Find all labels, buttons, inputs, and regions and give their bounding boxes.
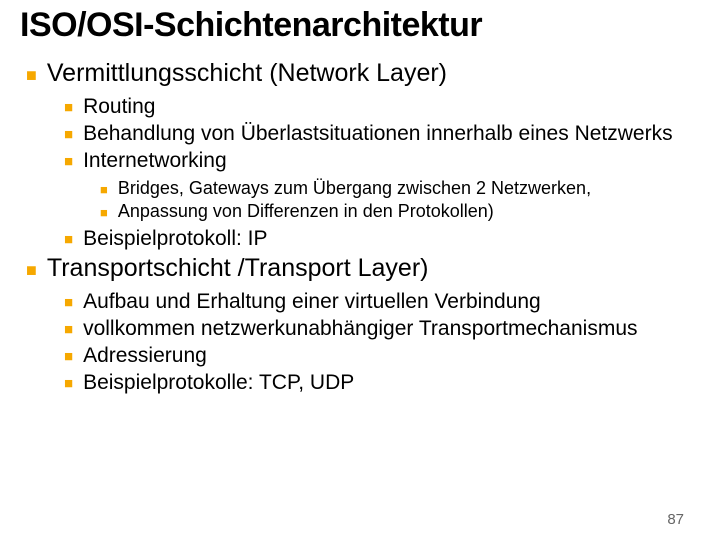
- item-text: Beispielprotokoll: IP: [83, 226, 267, 251]
- list-item: ■ Bridges, Gateways zum Übergang zwische…: [20, 178, 700, 200]
- section-heading-text: Transportschicht /Transport Layer): [47, 254, 429, 283]
- section-heading: ■ Transportschicht /Transport Layer): [20, 254, 700, 283]
- section-heading-text: Vermittlungsschicht (Network Layer): [47, 59, 447, 88]
- list-item: ■ Anpassung von Differenzen in den Proto…: [20, 201, 700, 223]
- page-title: ISO/OSI-Schichtenarchitektur: [20, 0, 700, 59]
- item-text: Routing: [83, 94, 155, 119]
- bullet-icon: ■: [64, 376, 73, 391]
- slide: ISO/OSI-Schichtenarchitektur ■ Vermittlu…: [0, 0, 720, 540]
- bullet-icon: ■: [64, 127, 73, 142]
- list-item: ■ Aufbau und Erhaltung einer virtuellen …: [20, 289, 700, 314]
- subitem-list: ■ Bridges, Gateways zum Übergang zwische…: [20, 178, 700, 223]
- item-text: Aufbau und Erhaltung einer virtuellen Ve…: [83, 289, 541, 314]
- list-item: ■ vollkommen netzwerkunabhängiger Transp…: [20, 316, 700, 341]
- bullet-icon: ■: [64, 349, 73, 364]
- item-text: Adressierung: [83, 343, 207, 368]
- list-item: ■ Internetworking: [20, 148, 700, 173]
- item-text: vollkommen netzwerkunabhängiger Transpor…: [83, 316, 637, 341]
- list-item: ■ Adressierung: [20, 343, 700, 368]
- list-item: ■ Routing: [20, 94, 700, 119]
- subitem-text: Bridges, Gateways zum Übergang zwischen …: [118, 178, 591, 200]
- bullet-icon: ■: [26, 261, 37, 279]
- bullet-icon: ■: [100, 183, 108, 196]
- bullet-icon: ■: [26, 66, 37, 84]
- item-list: ■ Aufbau und Erhaltung einer virtuellen …: [20, 289, 700, 396]
- section-heading: ■ Vermittlungsschicht (Network Layer): [20, 59, 700, 88]
- section-list: ■ Vermittlungsschicht (Network Layer) ■ …: [20, 59, 700, 395]
- bullet-icon: ■: [64, 295, 73, 310]
- bullet-icon: ■: [64, 154, 73, 169]
- bullet-icon: ■: [64, 322, 73, 337]
- bullet-icon: ■: [64, 100, 73, 115]
- item-text: Behandlung von Überlastsituationen inner…: [83, 121, 673, 146]
- item-text: Beispielprotokolle: TCP, UDP: [83, 370, 354, 395]
- subitem-text: Anpassung von Differenzen in den Protoko…: [118, 201, 494, 223]
- list-item: ■ Beispielprotokolle: TCP, UDP: [20, 370, 700, 395]
- item-text: Internetworking: [83, 148, 227, 173]
- page-number: 87: [667, 511, 684, 528]
- list-item: ■ Beispielprotokoll: IP: [20, 226, 700, 251]
- bullet-icon: ■: [64, 232, 73, 247]
- item-list: ■ Routing ■ Behandlung von Überlastsitua…: [20, 94, 700, 252]
- bullet-icon: ■: [100, 206, 108, 219]
- list-item: ■ Behandlung von Überlastsituationen inn…: [20, 121, 700, 146]
